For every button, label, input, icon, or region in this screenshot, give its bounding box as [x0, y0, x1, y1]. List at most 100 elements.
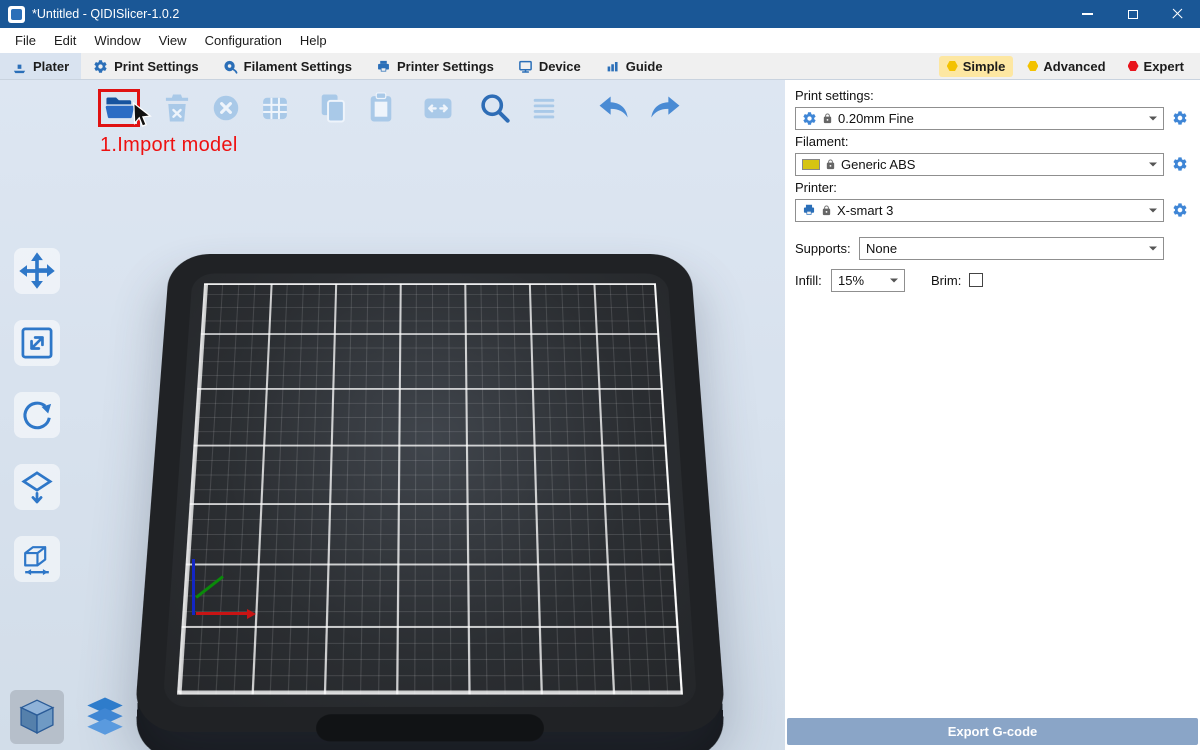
- lock-icon: [821, 204, 832, 217]
- chevron-down-icon: [1149, 209, 1157, 217]
- filament-combo[interactable]: Generic ABS: [795, 153, 1164, 176]
- close-button[interactable]: [1155, 0, 1200, 28]
- 3d-editor-view-button[interactable]: [10, 690, 64, 744]
- menu-view[interactable]: View: [150, 28, 196, 53]
- tab-device[interactable]: Device: [506, 53, 593, 79]
- chevron-down-icon: [1149, 247, 1157, 255]
- lock-icon: [822, 112, 833, 125]
- measure-button[interactable]: [14, 536, 60, 582]
- flatten-icon: [17, 467, 57, 507]
- tab-printer-settings-label: Printer Settings: [397, 59, 494, 74]
- tab-guide-label: Guide: [626, 59, 663, 74]
- filament-label: Filament:: [795, 134, 1190, 149]
- mode-advanced[interactable]: Advanced: [1019, 56, 1113, 77]
- search-button[interactable]: [475, 88, 515, 128]
- print-settings-combo[interactable]: 0.20mm Fine: [795, 107, 1164, 130]
- viewport-3d[interactable]: 1.Import model: [0, 80, 785, 750]
- scale-gizmo-button[interactable]: [14, 320, 60, 366]
- arrange-button[interactable]: [255, 88, 295, 128]
- chevron-down-icon: [1149, 163, 1157, 171]
- paste-button[interactable]: [361, 88, 401, 128]
- expert-mode-dot: [1128, 61, 1139, 71]
- infill-label: Infill:: [795, 273, 831, 288]
- tab-filament-settings-label: Filament Settings: [244, 59, 352, 74]
- mode-advanced-label: Advanced: [1043, 59, 1105, 74]
- preview-layers-button[interactable]: [78, 690, 132, 744]
- menu-window[interactable]: Window: [85, 28, 149, 53]
- supports-value: None: [866, 241, 897, 256]
- edit-filament-button[interactable]: [1170, 154, 1190, 174]
- undo-button[interactable]: [595, 88, 635, 128]
- titlebar: *Untitled - QIDISlicer-1.0.2: [0, 0, 1200, 28]
- printer-combo[interactable]: X-smart 3: [795, 199, 1164, 222]
- filament-value: Generic ABS: [841, 157, 915, 172]
- printer-label: Printer:: [795, 180, 1190, 195]
- view-switcher: [10, 690, 132, 744]
- settings-panel: Print settings: 0.20mm Fine Filament: Ge…: [785, 80, 1200, 750]
- layers-stack-icon: [82, 695, 128, 739]
- rotate-gizmo-button[interactable]: [14, 392, 60, 438]
- tab-plater-label: Plater: [33, 59, 69, 74]
- copy-icon: [313, 89, 351, 127]
- redo-arrow-icon: [645, 89, 683, 127]
- tab-printer-settings[interactable]: Printer Settings: [364, 53, 506, 79]
- simple-mode-dot: [947, 61, 958, 71]
- move-arrows-icon: [17, 251, 57, 291]
- bed-grid: [177, 283, 683, 694]
- print-settings-label: Print settings:: [795, 88, 1190, 103]
- tab-print-settings-label: Print Settings: [114, 59, 199, 74]
- infill-combo[interactable]: 15%: [831, 269, 905, 292]
- edit-print-settings-button[interactable]: [1170, 108, 1190, 128]
- edit-printer-button[interactable]: [1170, 200, 1190, 220]
- tab-guide[interactable]: Guide: [593, 53, 675, 79]
- variable-layer-height-button[interactable]: [524, 88, 564, 128]
- printer-value: X-smart 3: [837, 203, 893, 218]
- tutorial-annotation: 1.Import model: [100, 134, 238, 157]
- print-bed: [128, 178, 732, 750]
- app-logo-icon: [8, 6, 25, 23]
- chevron-down-icon: [890, 279, 898, 287]
- tab-print-settings[interactable]: Print Settings: [81, 53, 211, 79]
- gear-icon: [93, 59, 108, 74]
- brim-checkbox[interactable]: [969, 273, 983, 287]
- printer-icon: [376, 59, 391, 74]
- copy-button[interactable]: [312, 88, 352, 128]
- menu-edit[interactable]: Edit: [45, 28, 85, 53]
- cube-3d-icon: [14, 695, 60, 739]
- menubar: File Edit Window View Configuration Help: [0, 28, 1200, 53]
- plater-toolbar: [98, 88, 684, 128]
- delete-all-button[interactable]: [206, 88, 246, 128]
- gizmo-toolbar: [14, 248, 60, 582]
- window-title: *Untitled - QIDISlicer-1.0.2: [32, 7, 179, 21]
- gear-icon: [802, 111, 817, 126]
- axis-z: [192, 559, 195, 615]
- tab-filament-settings[interactable]: Filament Settings: [211, 53, 364, 79]
- mode-simple-label: Simple: [963, 59, 1006, 74]
- minimize-button[interactable]: [1065, 0, 1110, 28]
- tab-plater[interactable]: Plater: [0, 53, 81, 79]
- maximize-button[interactable]: [1110, 0, 1155, 28]
- move-gizmo-button[interactable]: [14, 248, 60, 294]
- mode-expert[interactable]: Expert: [1120, 56, 1192, 77]
- delete-button[interactable]: [157, 88, 197, 128]
- bed-handle-notch: [316, 714, 545, 741]
- export-gcode-button[interactable]: Export G-code: [787, 718, 1198, 745]
- menu-file[interactable]: File: [6, 28, 45, 53]
- gear-icon: [1172, 156, 1188, 172]
- rotate-icon: [17, 395, 57, 435]
- undo-arrow-icon: [596, 89, 634, 127]
- split-objects-button[interactable]: [418, 88, 458, 128]
- trash-icon: [158, 89, 196, 127]
- supports-combo[interactable]: None: [859, 237, 1164, 260]
- menu-configuration[interactable]: Configuration: [196, 28, 291, 53]
- tab-device-label: Device: [539, 59, 581, 74]
- scale-icon: [17, 323, 57, 363]
- mode-expert-label: Expert: [1144, 59, 1184, 74]
- infill-value: 15%: [838, 273, 864, 288]
- mode-simple[interactable]: Simple: [939, 56, 1014, 77]
- menu-help[interactable]: Help: [291, 28, 336, 53]
- split-arrows-icon: [419, 89, 457, 127]
- gear-icon: [1172, 202, 1188, 218]
- redo-button[interactable]: [644, 88, 684, 128]
- place-on-face-button[interactable]: [14, 464, 60, 510]
